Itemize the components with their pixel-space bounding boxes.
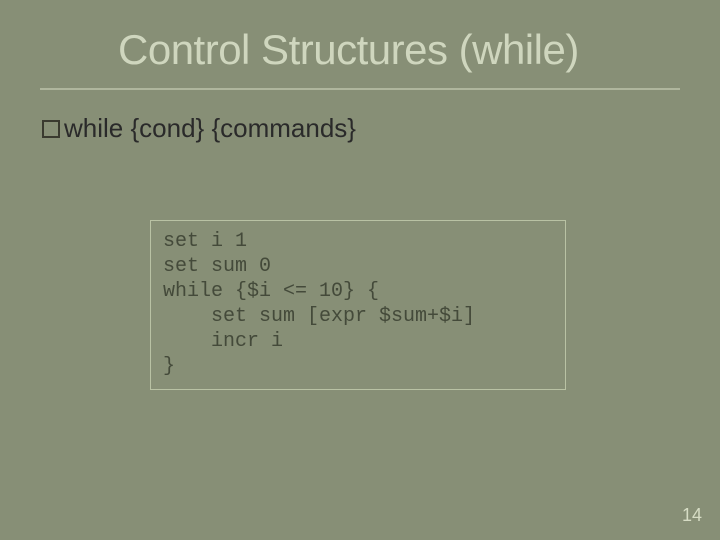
code-line: set i 1 [163, 230, 247, 253]
code-line: incr i [163, 330, 283, 353]
code-example: set i 1 set sum 0 while {$i <= 10} { set… [150, 220, 566, 390]
code-line: while {$i <= 10} { [163, 280, 379, 303]
code-line: set sum 0 [163, 255, 271, 278]
bullet-text: while {cond} {commands} [64, 113, 356, 143]
bullet-item: while {cond} {commands} [42, 114, 680, 143]
code-line: } [163, 355, 175, 378]
title-divider [40, 88, 680, 90]
slide: Control Structures (while) while {cond} … [0, 0, 720, 540]
code-line: set sum [expr $sum+$i] [163, 305, 475, 328]
square-bullet-icon [42, 120, 60, 138]
page-number: 14 [682, 505, 702, 526]
slide-title: Control Structures (while) [118, 26, 690, 74]
